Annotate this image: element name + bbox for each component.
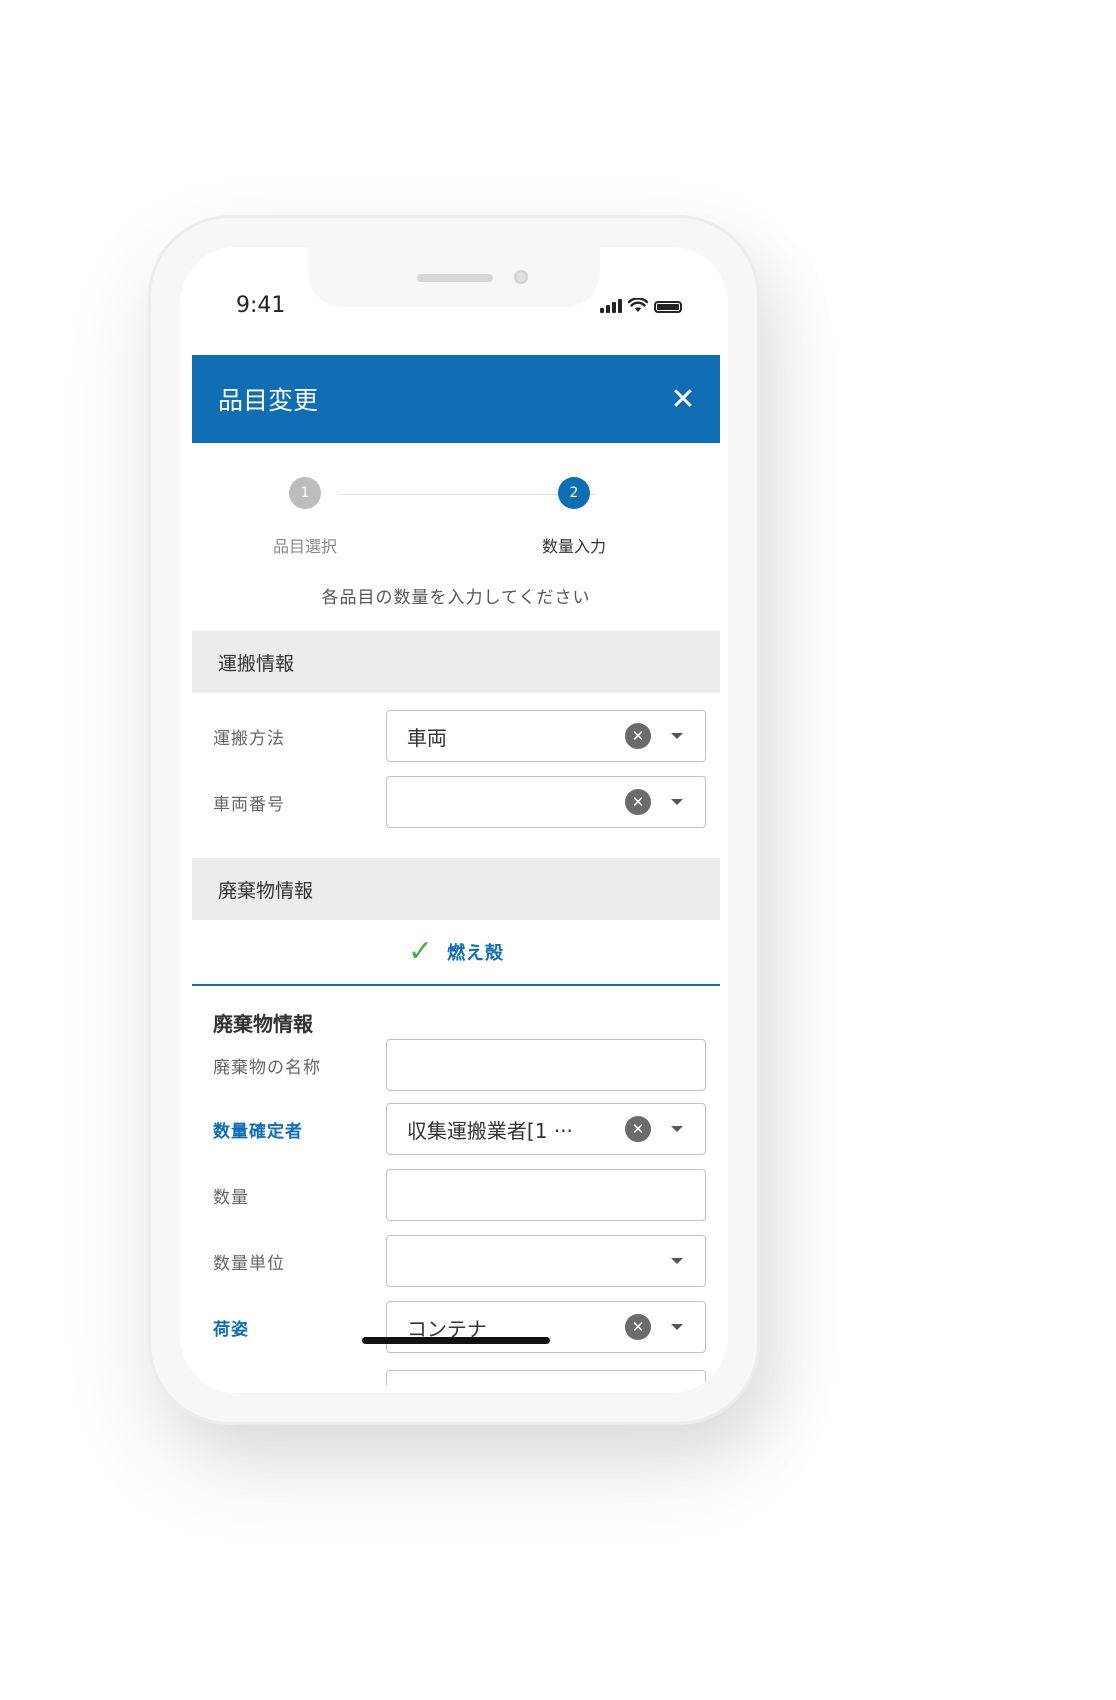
step-2-label: 数量入力	[541, 537, 606, 556]
quantity-input[interactable]	[385, 1169, 706, 1221]
clear-icon[interactable]: ✕	[625, 723, 651, 749]
status-time: 9:41	[236, 293, 286, 318]
next-field[interactable]	[385, 1370, 706, 1385]
form-row-quantity-unit: 数量単位	[192, 1228, 720, 1294]
tab-waste-item[interactable]: ✓ 燃え殻	[192, 920, 720, 986]
tab-label: 燃え殻	[447, 943, 505, 964]
clear-icon[interactable]: ✕	[625, 1116, 651, 1142]
waste-subtitle: 廃棄物情報	[213, 1012, 313, 1036]
app-panel: 品目変更 ✕ 1 2 品目選択 数量入力 各品目の数量を入力してください 運搬情…	[192, 355, 720, 1385]
signal-icon	[600, 299, 622, 313]
close-icon[interactable]: ✕	[666, 382, 700, 417]
form-row-vehicle-number: 車両番号 ✕	[192, 769, 720, 835]
form-row-quantity-confirmer: 数量確定者 収集運搬業者[1 ··· ✕	[192, 1096, 720, 1162]
clear-icon[interactable]: ✕	[625, 789, 651, 815]
battery-icon	[654, 301, 682, 313]
packaging-select[interactable]: コンテナ ✕	[385, 1301, 706, 1353]
field-label: 数量確定者	[213, 1121, 303, 1142]
field-label: 廃棄物の名称	[213, 1057, 321, 1078]
check-icon: ✓	[407, 934, 434, 969]
phone-frame: 9:41 品目変更 ✕ 1 2 品目選択 数量入力 各品目の数量を入力してくださ…	[148, 215, 760, 1425]
field-value: 車両	[406, 725, 447, 750]
clear-icon[interactable]: ✕	[625, 1314, 651, 1340]
header-bar: 品目変更 ✕	[192, 355, 720, 443]
waste-name-input[interactable]	[385, 1039, 706, 1091]
field-label: 数量単位	[213, 1253, 285, 1274]
field-label: 運搬方法	[213, 728, 285, 749]
caret-down-icon[interactable]	[671, 733, 683, 739]
notch	[308, 247, 600, 307]
step-2-dot: 2	[558, 477, 590, 509]
field-label: 数量	[213, 1187, 249, 1208]
caret-down-icon[interactable]	[671, 1324, 683, 1330]
form-row-next	[192, 1360, 720, 1385]
field-value: 収集運搬業者[1 ···	[406, 1118, 573, 1143]
quantity-unit-select[interactable]	[385, 1235, 706, 1287]
step-1-dot: 1	[289, 477, 321, 509]
camera-icon	[514, 270, 528, 284]
vehicle-number-select[interactable]: ✕	[385, 776, 706, 828]
form-row-quantity: 数量	[192, 1162, 720, 1228]
quantity-confirmer-select[interactable]: 収集運搬業者[1 ··· ✕	[385, 1103, 706, 1155]
phone-screen: 9:41 品目変更 ✕ 1 2 品目選択 数量入力 各品目の数量を入力してくださ…	[180, 247, 728, 1393]
wifi-icon	[628, 298, 648, 312]
form-row-waste-name: 廃棄物の名称	[192, 1034, 720, 1096]
caret-down-icon[interactable]	[671, 1126, 683, 1132]
speaker	[417, 274, 493, 282]
field-label: 荷姿	[213, 1319, 249, 1340]
section-waste: 廃棄物情報	[192, 858, 720, 920]
home-indicator[interactable]	[362, 1337, 550, 1344]
page-title: 品目変更	[218, 386, 319, 415]
section-transport: 運搬情報	[192, 631, 720, 693]
stepper: 1 2 品目選択 数量入力	[192, 443, 720, 583]
step-1-label: 品目選択	[272, 537, 337, 556]
caret-down-icon[interactable]	[671, 799, 683, 805]
transport-method-select[interactable]: 車両 ✕	[385, 710, 706, 762]
form-row-transport-method: 運搬方法 車両 ✕	[192, 703, 720, 769]
instruction-text: 各品目の数量を入力してください	[321, 588, 591, 608]
caret-down-icon[interactable]	[671, 1258, 683, 1264]
status-icons	[600, 297, 682, 313]
field-label: 車両番号	[213, 794, 285, 815]
form-row-packaging: 荷姿 コンテナ ✕	[192, 1294, 720, 1360]
